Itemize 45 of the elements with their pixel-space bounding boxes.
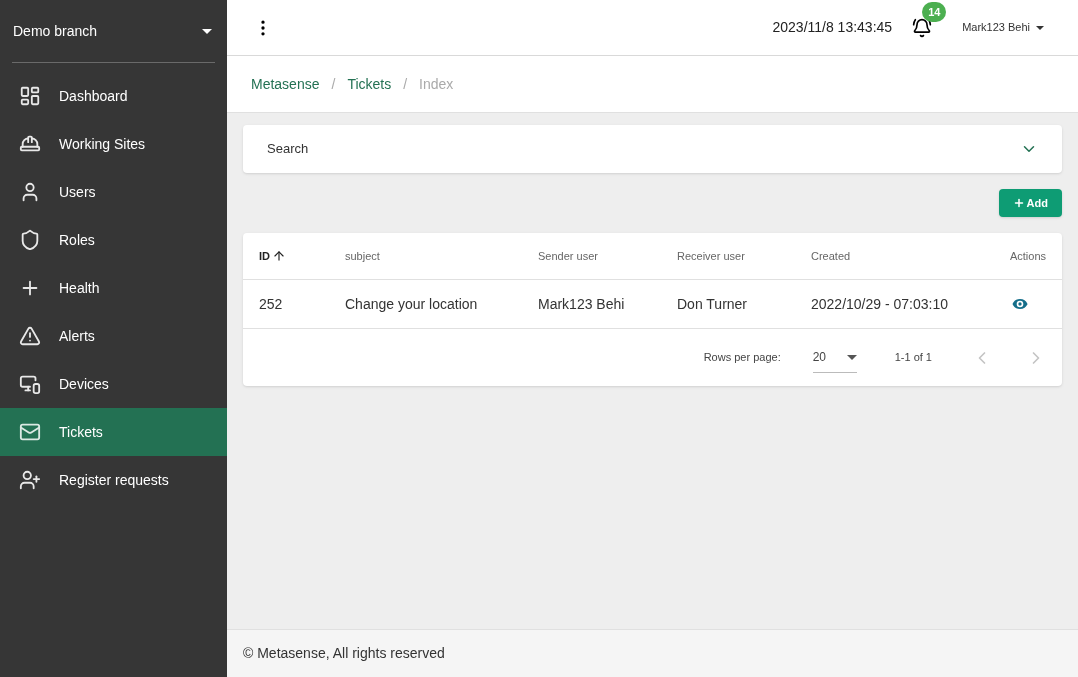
column-header[interactable]: ID xyxy=(259,247,345,265)
sidebar-item[interactable]: Alerts xyxy=(0,312,227,360)
notification-count: 14 xyxy=(922,1,947,22)
caret-icon xyxy=(846,354,857,360)
rows-per-page-select[interactable]: 20 xyxy=(812,342,857,373)
copyright-text: © Metasense, All rights reserved xyxy=(243,644,445,663)
caret-icon xyxy=(1036,25,1044,30)
table-cell-text: 2022/10/29 - 07:03:10 xyxy=(811,294,949,314)
column-header[interactable]: Created xyxy=(811,247,976,265)
column-header[interactable]: Receiver user xyxy=(677,247,811,265)
sidebar-item[interactable]: Health xyxy=(0,264,227,312)
table-cell-text: 252 xyxy=(259,294,284,314)
nav-icon xyxy=(19,373,41,395)
date-time: 2023/11/8 13:43:45 xyxy=(772,18,893,37)
breadcrumb-link[interactable]: Tickets xyxy=(347,73,392,95)
breadcrumb-separator: / xyxy=(331,74,336,94)
search-panel[interactable]: Search xyxy=(243,125,1062,173)
sidebar-item[interactable]: Dashboard xyxy=(0,72,227,120)
table-cell-text: Change your location xyxy=(345,294,479,314)
column-header[interactable]: Sender user xyxy=(538,247,677,265)
nav-icon xyxy=(19,85,41,107)
column-header[interactable]: Actions xyxy=(976,247,1046,265)
nav-icon xyxy=(19,229,41,251)
nav-icon xyxy=(19,421,41,443)
nav-icon xyxy=(19,325,41,347)
breadcrumb-link[interactable]: Metasense xyxy=(251,73,320,95)
sidebar-item[interactable]: Roles xyxy=(0,216,227,264)
rows-per-page-label: Rows per page: xyxy=(703,350,781,366)
branch-selector[interactable]: Demo branch xyxy=(0,0,227,62)
plus-icon xyxy=(1012,197,1025,209)
breadcrumb-separator: / xyxy=(403,74,408,94)
caret-icon xyxy=(202,28,212,34)
sidebar-item[interactable]: Register requests xyxy=(0,456,227,504)
table-cell-text: Mark123 Behi xyxy=(538,294,626,314)
sidebar-item[interactable]: Tickets xyxy=(0,408,227,456)
sidebar-item[interactable]: Users xyxy=(0,168,227,216)
sidebar-item[interactable]: Devices xyxy=(0,360,227,408)
nav-icon xyxy=(19,469,41,491)
sort-arrow-icon xyxy=(272,249,286,263)
notifications-bell-icon[interactable] xyxy=(912,17,933,38)
user-menu[interactable]: Mark123 Behi xyxy=(962,19,1044,36)
page-range: 1-1 of 1 xyxy=(894,350,932,366)
sidebar-item[interactable]: Working Sites xyxy=(0,120,227,168)
table-cell-text: Don Turner xyxy=(677,294,749,314)
column-header[interactable]: subject xyxy=(345,247,538,265)
